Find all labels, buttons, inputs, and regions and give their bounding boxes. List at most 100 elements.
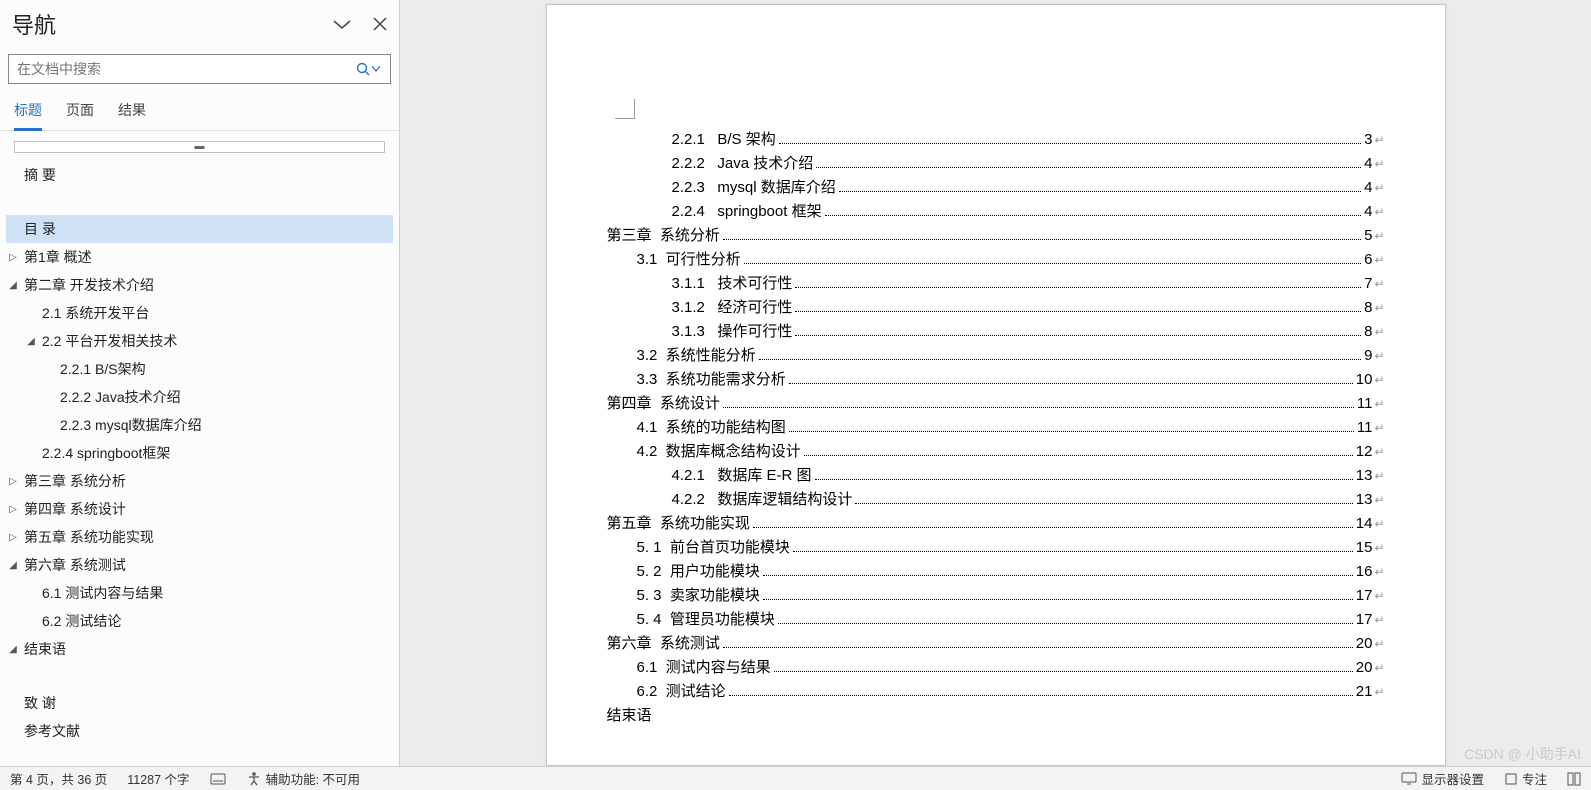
outline-item[interactable]: 致 谢 <box>6 689 393 717</box>
outline-item[interactable] <box>6 663 393 689</box>
toc-entry[interactable]: 5. 2 用户功能模块16↵ <box>607 560 1385 581</box>
outline-item[interactable]: 2.1 系统开发平台 <box>6 299 393 327</box>
toc-entry[interactable]: 4.2.2 数据库逻辑结构设计13↵ <box>607 488 1385 509</box>
toc-entry[interactable]: 5. 1 前台首页功能模块15↵ <box>607 536 1385 557</box>
outline-label: 2.2.4 springboot框架 <box>38 443 170 463</box>
toc-entry[interactable]: 3.1.3 操作可行性8↵ <box>607 320 1385 341</box>
paragraph-mark-icon: ↵ <box>1374 181 1384 195</box>
nav-tab-1[interactable]: 页面 <box>66 92 94 130</box>
outline-label: 参考文献 <box>20 721 80 741</box>
paragraph-mark-icon: ↵ <box>1374 253 1384 267</box>
outline-item[interactable]: ▷第1章 概述 <box>6 243 393 271</box>
outline-item[interactable]: ▷第三章 系统分析 <box>6 467 393 495</box>
outline-item[interactable]: 目 录 <box>6 215 393 243</box>
caret-right-icon[interactable]: ▷ <box>6 504 20 515</box>
status-display-settings[interactable]: 显示器设置 <box>1401 769 1484 788</box>
paragraph-mark-icon: ↵ <box>1374 421 1384 435</box>
paragraph-mark-icon: ↵ <box>1374 133 1384 147</box>
outline-label: 致 谢 <box>20 693 56 713</box>
status-focus[interactable]: 专注 <box>1504 769 1547 788</box>
status-bar: 第 4 页，共 36 页 11287 个字 辅助功能: 不可用 显示器设置 专注 <box>0 766 1591 790</box>
toc-entry[interactable]: 6.2 测试结论21↵ <box>607 680 1385 701</box>
toc-entry[interactable]: 6.1 测试内容与结果20↵ <box>607 656 1385 677</box>
toc-entry[interactable]: 5. 3 卖家功能模块17↵ <box>607 584 1385 605</box>
paragraph-mark-icon: ↵ <box>1374 517 1384 531</box>
toc-entry[interactable]: 3.1.1 技术可行性7↵ <box>607 272 1385 293</box>
toc-entry[interactable]: 2.2.2 Java 技术介绍4↵ <box>607 152 1385 173</box>
outline-label: 目 录 <box>20 219 56 239</box>
outline-item[interactable]: 参考文献 <box>6 717 393 745</box>
outline-label: 第1章 概述 <box>20 247 92 267</box>
status-lang-icon[interactable] <box>210 772 226 786</box>
status-wordcount[interactable]: 11287 个字 <box>127 769 189 788</box>
outline-item[interactable]: 2.2.1 B/S架构 <box>6 355 393 383</box>
caret-down-icon[interactable]: ◢ <box>6 280 20 291</box>
toc-entry[interactable]: 第五章 系统功能实现14↵ <box>607 512 1385 533</box>
outline-item[interactable]: 摘 要 <box>6 161 393 189</box>
toc-entry[interactable]: 4.1 系统的功能结构图11↵ <box>607 416 1385 437</box>
outline-item[interactable]: ▷第五章 系统功能实现 <box>6 523 393 551</box>
outline-item[interactable]: 6.1 测试内容与结果 <box>6 579 393 607</box>
outline-label: 第四章 系统设计 <box>20 499 126 519</box>
status-view-icon[interactable] <box>1567 772 1581 786</box>
outline-item[interactable]: 2.2.2 Java技术介绍 <box>6 383 393 411</box>
paragraph-mark-icon: ↵ <box>1374 301 1384 315</box>
toc-entry[interactable]: 3.1.2 经济可行性8↵ <box>607 296 1385 317</box>
paragraph-mark-icon: ↵ <box>1374 325 1384 339</box>
outline-item[interactable]: ◢2.2 平台开发相关技术 <box>6 327 393 355</box>
status-page[interactable]: 第 4 页，共 36 页 <box>10 769 107 788</box>
toc-entry[interactable]: 4.2 数据库概念结构设计12↵ <box>607 440 1385 461</box>
outline-label: 第五章 系统功能实现 <box>20 527 154 547</box>
outline-tree: 摘 要 目 录▷第1章 概述◢第二章 开发技术介绍2.1 系统开发平台◢2.2 … <box>0 161 399 766</box>
paragraph-mark-icon: ↵ <box>1374 661 1384 675</box>
toc-entry[interactable]: 第六章 系统测试20↵ <box>607 632 1385 653</box>
document-viewport[interactable]: 2.2.1 B/S 架构3↵ 2.2.2 Java 技术介绍4↵ 2.2.3 mys… <box>400 0 1591 766</box>
outline-label: 6.2 测试结论 <box>38 611 121 631</box>
caret-down-icon[interactable]: ◢ <box>6 560 20 571</box>
outline-item[interactable] <box>6 189 393 215</box>
paragraph-mark-icon: ↵ <box>1374 493 1384 507</box>
status-accessibility[interactable]: 辅助功能: 不可用 <box>246 769 360 788</box>
toc-entry[interactable]: 3.1 可行性分析6↵ <box>607 248 1385 269</box>
caret-right-icon[interactable]: ▷ <box>6 532 20 543</box>
search-button[interactable] <box>346 62 390 76</box>
toc-entry[interactable]: 第三章 系统分析5↵ <box>607 224 1385 245</box>
outline-label: 第六章 系统测试 <box>20 555 126 575</box>
toc-entry[interactable]: 2.2.1 B/S 架构3↵ <box>607 128 1385 149</box>
caret-down-icon[interactable]: ◢ <box>24 336 38 347</box>
close-icon[interactable] <box>373 17 387 31</box>
outline-item[interactable]: ▷第四章 系统设计 <box>6 495 393 523</box>
toc-entry[interactable]: 2.2.4 springboot 框架4↵ <box>607 200 1385 221</box>
nav-search <box>8 54 391 84</box>
nav-title: 导航 <box>12 8 56 40</box>
outline-label: 6.1 测试内容与结果 <box>38 583 163 603</box>
nav-tabs: 标题页面结果 <box>0 92 399 131</box>
toc-entry: 结束语 <box>607 704 1385 725</box>
outline-label: 2.1 系统开发平台 <box>38 303 149 323</box>
toc-entry[interactable]: 2.2.3 mysql 数据库介绍4↵ <box>607 176 1385 197</box>
outline-label: 2.2.1 B/S架构 <box>56 359 146 379</box>
toc-entry[interactable]: 3.3 系统功能需求分析10↵ <box>607 368 1385 389</box>
search-input[interactable] <box>9 55 346 83</box>
caret-right-icon[interactable]: ▷ <box>6 252 20 263</box>
outline-item[interactable]: ◢结束语 <box>6 635 393 663</box>
paragraph-mark-icon: ↵ <box>1374 349 1384 363</box>
toc-entry[interactable]: 5. 4 管理员功能模块17↵ <box>607 608 1385 629</box>
nav-tab-0[interactable]: 标题 <box>14 92 42 130</box>
toc-entry[interactable]: 第四章 系统设计11↵ <box>607 392 1385 413</box>
caret-right-icon[interactable]: ▷ <box>6 476 20 487</box>
outline-item[interactable]: 2.2.3 mysql数据库介绍 <box>6 411 393 439</box>
collapse-icon[interactable] <box>333 18 351 30</box>
paragraph-mark-icon: ↵ <box>1374 685 1384 699</box>
toc-entry[interactable]: 4.2.1 数据库 E-R 图13↵ <box>607 464 1385 485</box>
paragraph-mark-icon: ↵ <box>1374 157 1384 171</box>
outline-item[interactable]: 2.2.4 springboot框架 <box>6 439 393 467</box>
outline-item[interactable]: ◢第六章 系统测试 <box>6 551 393 579</box>
caret-down-icon[interactable]: ◢ <box>6 644 20 655</box>
paragraph-mark-icon: ↵ <box>1374 613 1384 627</box>
outline-item[interactable]: 6.2 测试结论 <box>6 607 393 635</box>
nav-tab-2[interactable]: 结果 <box>118 92 146 130</box>
outline-item[interactable]: ◢第二章 开发技术介绍 <box>6 271 393 299</box>
jump-to-top[interactable]: ▬ <box>14 141 385 153</box>
toc-entry[interactable]: 3.2 系统性能分析9↵ <box>607 344 1385 365</box>
